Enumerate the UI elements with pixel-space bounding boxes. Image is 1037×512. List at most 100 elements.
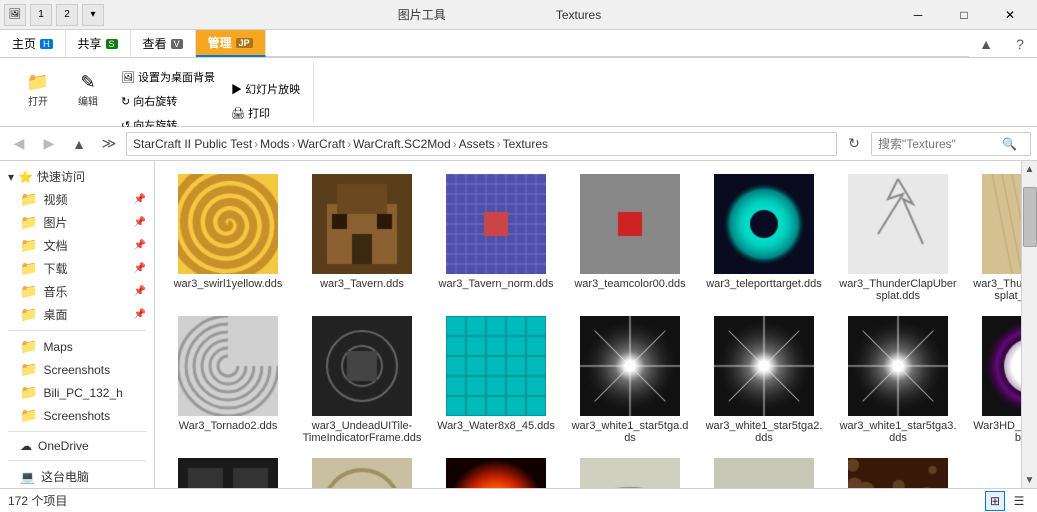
- search-box[interactable]: 🔍: [871, 132, 1031, 156]
- file-item[interactable]: war3_dark_tex1.dds: [163, 453, 293, 488]
- maximize-button[interactable]: □: [941, 0, 987, 30]
- file-grid-container[interactable]: war3_swirl1yellow.ddswar3_Tavern.ddswar3…: [155, 161, 1021, 488]
- file-name-label: war3_teamcolor00.dds: [574, 278, 685, 290]
- file-item[interactable]: war3_white1_star5tga.dds: [565, 311, 695, 449]
- sidebar-item-thispc[interactable]: 💻 这台电脑: [0, 465, 154, 488]
- expand-button[interactable]: ≫: [96, 131, 122, 157]
- file-item[interactable]: war3_Tavern.dds: [297, 169, 427, 307]
- quick-access-header[interactable]: ▾ ⭐ 快速访问: [0, 165, 154, 188]
- file-item[interactable]: war3_white1_star5tga3.dds: [833, 311, 963, 449]
- thumbnail-canvas: [848, 174, 948, 274]
- scroll-track[interactable]: [1022, 177, 1037, 472]
- sidebar-item-desktop[interactable]: 📁 桌面 📌: [0, 303, 154, 326]
- sidebar-item-pictures[interactable]: 📁 图片 📌: [0, 211, 154, 234]
- thumbnail-canvas: [446, 174, 546, 274]
- back-button[interactable]: ◀: [6, 131, 32, 157]
- folder-icon: 📁: [20, 407, 37, 424]
- file-item[interactable]: war3_eye1.dds: [565, 453, 695, 488]
- minimize-button[interactable]: ─: [895, 0, 941, 30]
- tab-manage[interactable]: 管理 JP: [196, 30, 266, 57]
- tab-share[interactable]: 共享 S: [66, 30, 131, 57]
- dropdown-arrow[interactable]: ▾: [82, 4, 104, 26]
- edit-button[interactable]: ✎ 编辑: [64, 66, 112, 114]
- quick-access-section: ▾ ⭐ 快速访问 📁 视频 📌 📁 图片 📌 📁 文档 📌 📁 下: [0, 165, 154, 326]
- thumbnail-canvas: [714, 316, 814, 416]
- file-item[interactable]: war3_swirl1yellow.dds: [163, 169, 293, 307]
- file-item[interactable]: war3_teleporttarget.dds: [699, 169, 829, 307]
- sidebar-item-screenshots2[interactable]: 📁 Screenshots: [0, 404, 154, 427]
- divider-3: [8, 460, 146, 461]
- rotate-right[interactable]: ↻ 向右旋转: [114, 90, 222, 112]
- file-item[interactable]: war3_eye2.dds: [699, 453, 829, 488]
- file-item[interactable]: war3_teamcolor00.dds: [565, 169, 695, 307]
- set-as-bg[interactable]: 🖼 设置为桌面背景: [114, 66, 222, 88]
- scroll-thumb[interactable]: [1023, 187, 1037, 247]
- sidebar-item-label: 视频: [43, 191, 67, 208]
- file-name-label: war3_teleporttarget.dds: [706, 278, 822, 290]
- status-right: ⊞ ☰: [985, 491, 1029, 511]
- pin-icon: 📌: [134, 309, 146, 320]
- quick-access-2[interactable]: 2: [56, 4, 78, 26]
- window-icon[interactable]: 🖼: [4, 4, 26, 26]
- file-item[interactable]: war3_ThunderClapUbersplat_norm.dds: [967, 169, 1021, 307]
- file-item[interactable]: War3HD_GenericGlow2bA.dds: [967, 311, 1021, 449]
- thumbnail-canvas: [312, 458, 412, 488]
- file-item[interactable]: war3_UndeadUITile-TimeIndicatorFrame.dds: [297, 311, 427, 449]
- file-item[interactable]: war3_fire_sphere.dds: [431, 453, 561, 488]
- sidebar-item-bili[interactable]: 📁 Bili_PC_132_h: [0, 381, 154, 404]
- ribbon-collapse[interactable]: ▲: [973, 31, 999, 57]
- sidebar-item-onedrive[interactable]: ☁ OneDrive: [0, 436, 154, 456]
- close-button[interactable]: ✕: [987, 0, 1033, 30]
- file-item[interactable]: war3_ThunderClapUbersplat.dds: [833, 169, 963, 307]
- slideshow[interactable]: ▶ 幻灯片放映: [224, 78, 307, 100]
- window-controls: ─ □ ✕: [895, 0, 1033, 30]
- thumbnail-canvas: [580, 316, 680, 416]
- tab-home[interactable]: 主页 H: [0, 30, 66, 57]
- divider-2: [8, 431, 146, 432]
- help-button[interactable]: ?: [1007, 31, 1033, 57]
- window-title: 图片工具 Textures: [104, 6, 895, 23]
- thumbnail-canvas: [178, 458, 278, 488]
- file-item[interactable]: war3_Tavern_norm.dds: [431, 169, 561, 307]
- sidebar-item-documents[interactable]: 📁 文档 📌: [0, 234, 154, 257]
- file-item[interactable]: war3_circle.dds: [297, 453, 427, 488]
- folder-icon: 📁: [20, 361, 37, 378]
- sidebar-item-label: 文档: [43, 237, 67, 254]
- divider-1: [8, 330, 146, 331]
- quick-access-1[interactable]: 1: [30, 4, 52, 26]
- file-item[interactable]: war3_white1_star5tga2.dds: [699, 311, 829, 449]
- ribbon-tabs: 主页 H 共享 S 查看 V 管理 JP ▲ ?: [0, 30, 1037, 58]
- refresh-button[interactable]: ↻: [841, 131, 867, 157]
- sidebar-item-downloads[interactable]: 📁 下载 📌: [0, 257, 154, 280]
- file-item[interactable]: war3_brown_tex.dds: [833, 453, 963, 488]
- grid-view-button[interactable]: ⊞: [985, 491, 1005, 511]
- sidebar-item-video[interactable]: 📁 视频 📌: [0, 188, 154, 211]
- sidebar-item-label: Maps: [43, 340, 72, 354]
- thumbnail-canvas: [848, 316, 948, 416]
- search-input[interactable]: [878, 137, 998, 151]
- sidebar-item-screenshots1[interactable]: 📁 Screenshots: [0, 358, 154, 381]
- scroll-down[interactable]: ▼: [1022, 472, 1037, 488]
- tab-view[interactable]: 查看 V: [131, 30, 196, 57]
- sidebar-item-label: 这台电脑: [41, 468, 89, 485]
- file-name-label: war3_ThunderClapUbersplat.dds: [838, 278, 958, 302]
- up-button[interactable]: ▲: [66, 131, 92, 157]
- list-view-button[interactable]: ☰: [1009, 491, 1029, 511]
- file-name-label: War3HD_GenericGlow2bA.dds: [972, 420, 1021, 444]
- address-path[interactable]: StarCraft II Public Test › Mods › WarCra…: [126, 132, 837, 156]
- scrollbar[interactable]: ▲ ▼: [1021, 161, 1037, 488]
- file-item[interactable]: War3_Water8x8_45.dds: [431, 311, 561, 449]
- forward-button[interactable]: ▶: [36, 131, 62, 157]
- file-item[interactable]: War3_Tornado2.dds: [163, 311, 293, 449]
- file-name-label: war3_ThunderClapUbersplat_norm.dds: [972, 278, 1021, 302]
- scroll-up[interactable]: ▲: [1022, 161, 1037, 177]
- file-thumbnail: [312, 458, 412, 488]
- file-name-label: War3_Tornado2.dds: [179, 420, 278, 432]
- cloud-icon: ☁: [20, 439, 32, 453]
- file-thumbnail: [178, 174, 278, 274]
- open-button[interactable]: 📁 打开: [14, 66, 62, 114]
- print[interactable]: 🖨 打印: [224, 102, 307, 124]
- sidebar-item-music[interactable]: 📁 音乐 📌: [0, 280, 154, 303]
- path-part-4: WarCraft.SC2Mod: [353, 137, 451, 151]
- sidebar-item-maps[interactable]: 📁 Maps: [0, 335, 154, 358]
